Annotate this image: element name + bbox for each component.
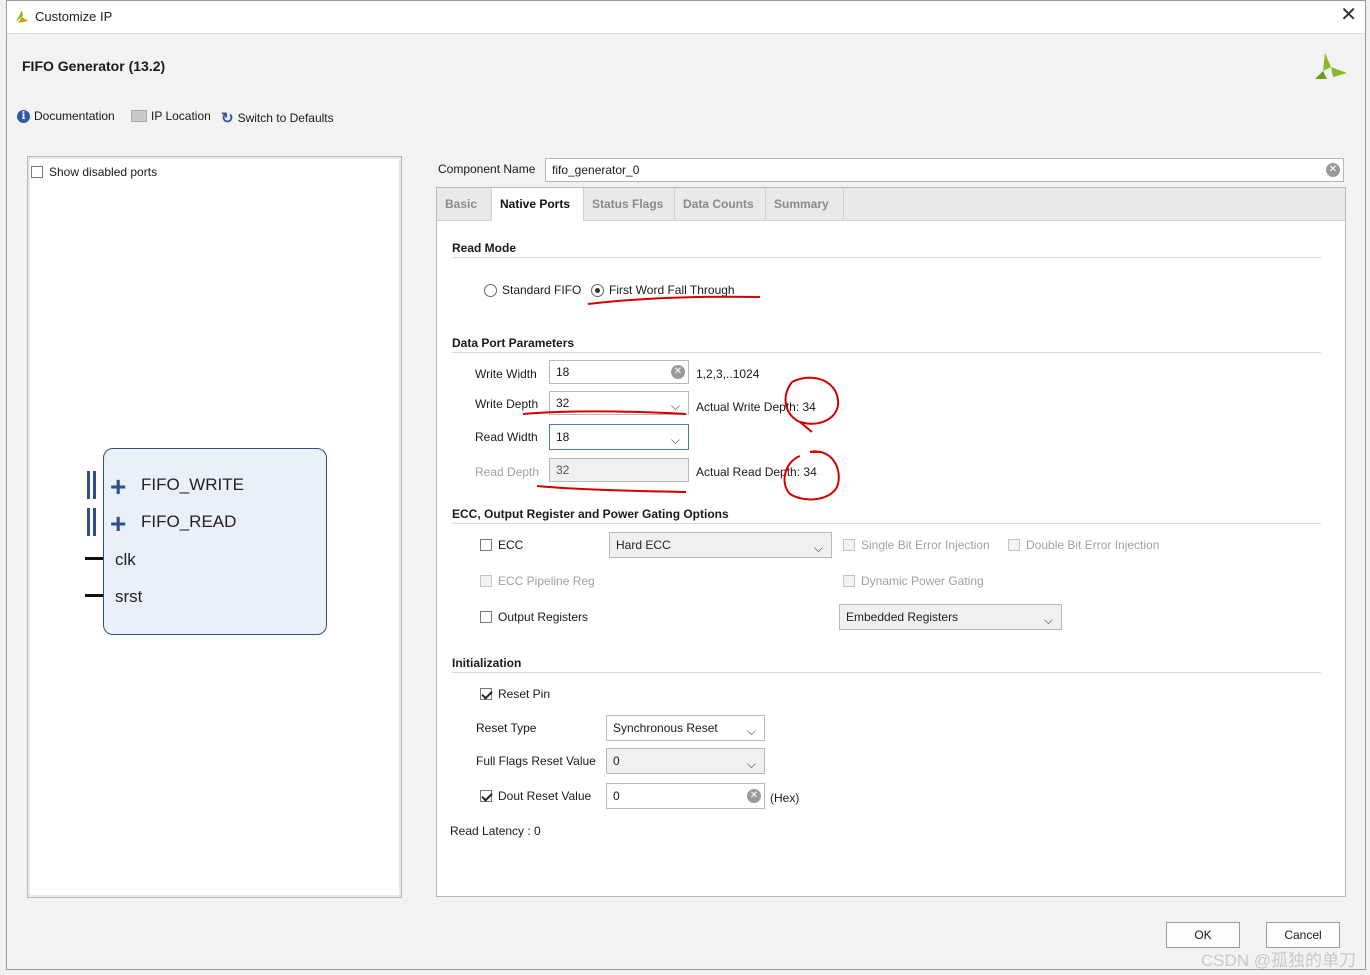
annotation-marks	[522, 295, 840, 501]
fwft-underline-mark	[587, 295, 761, 305]
read-depth-circle-mark	[783, 450, 840, 501]
write-depth-circle-mark	[784, 376, 840, 433]
write-depth-underline-mark	[522, 410, 687, 415]
watermark: CSDN @孤独的单刀	[1200, 951, 1356, 970]
read-depth-underline-mark	[536, 485, 687, 493]
